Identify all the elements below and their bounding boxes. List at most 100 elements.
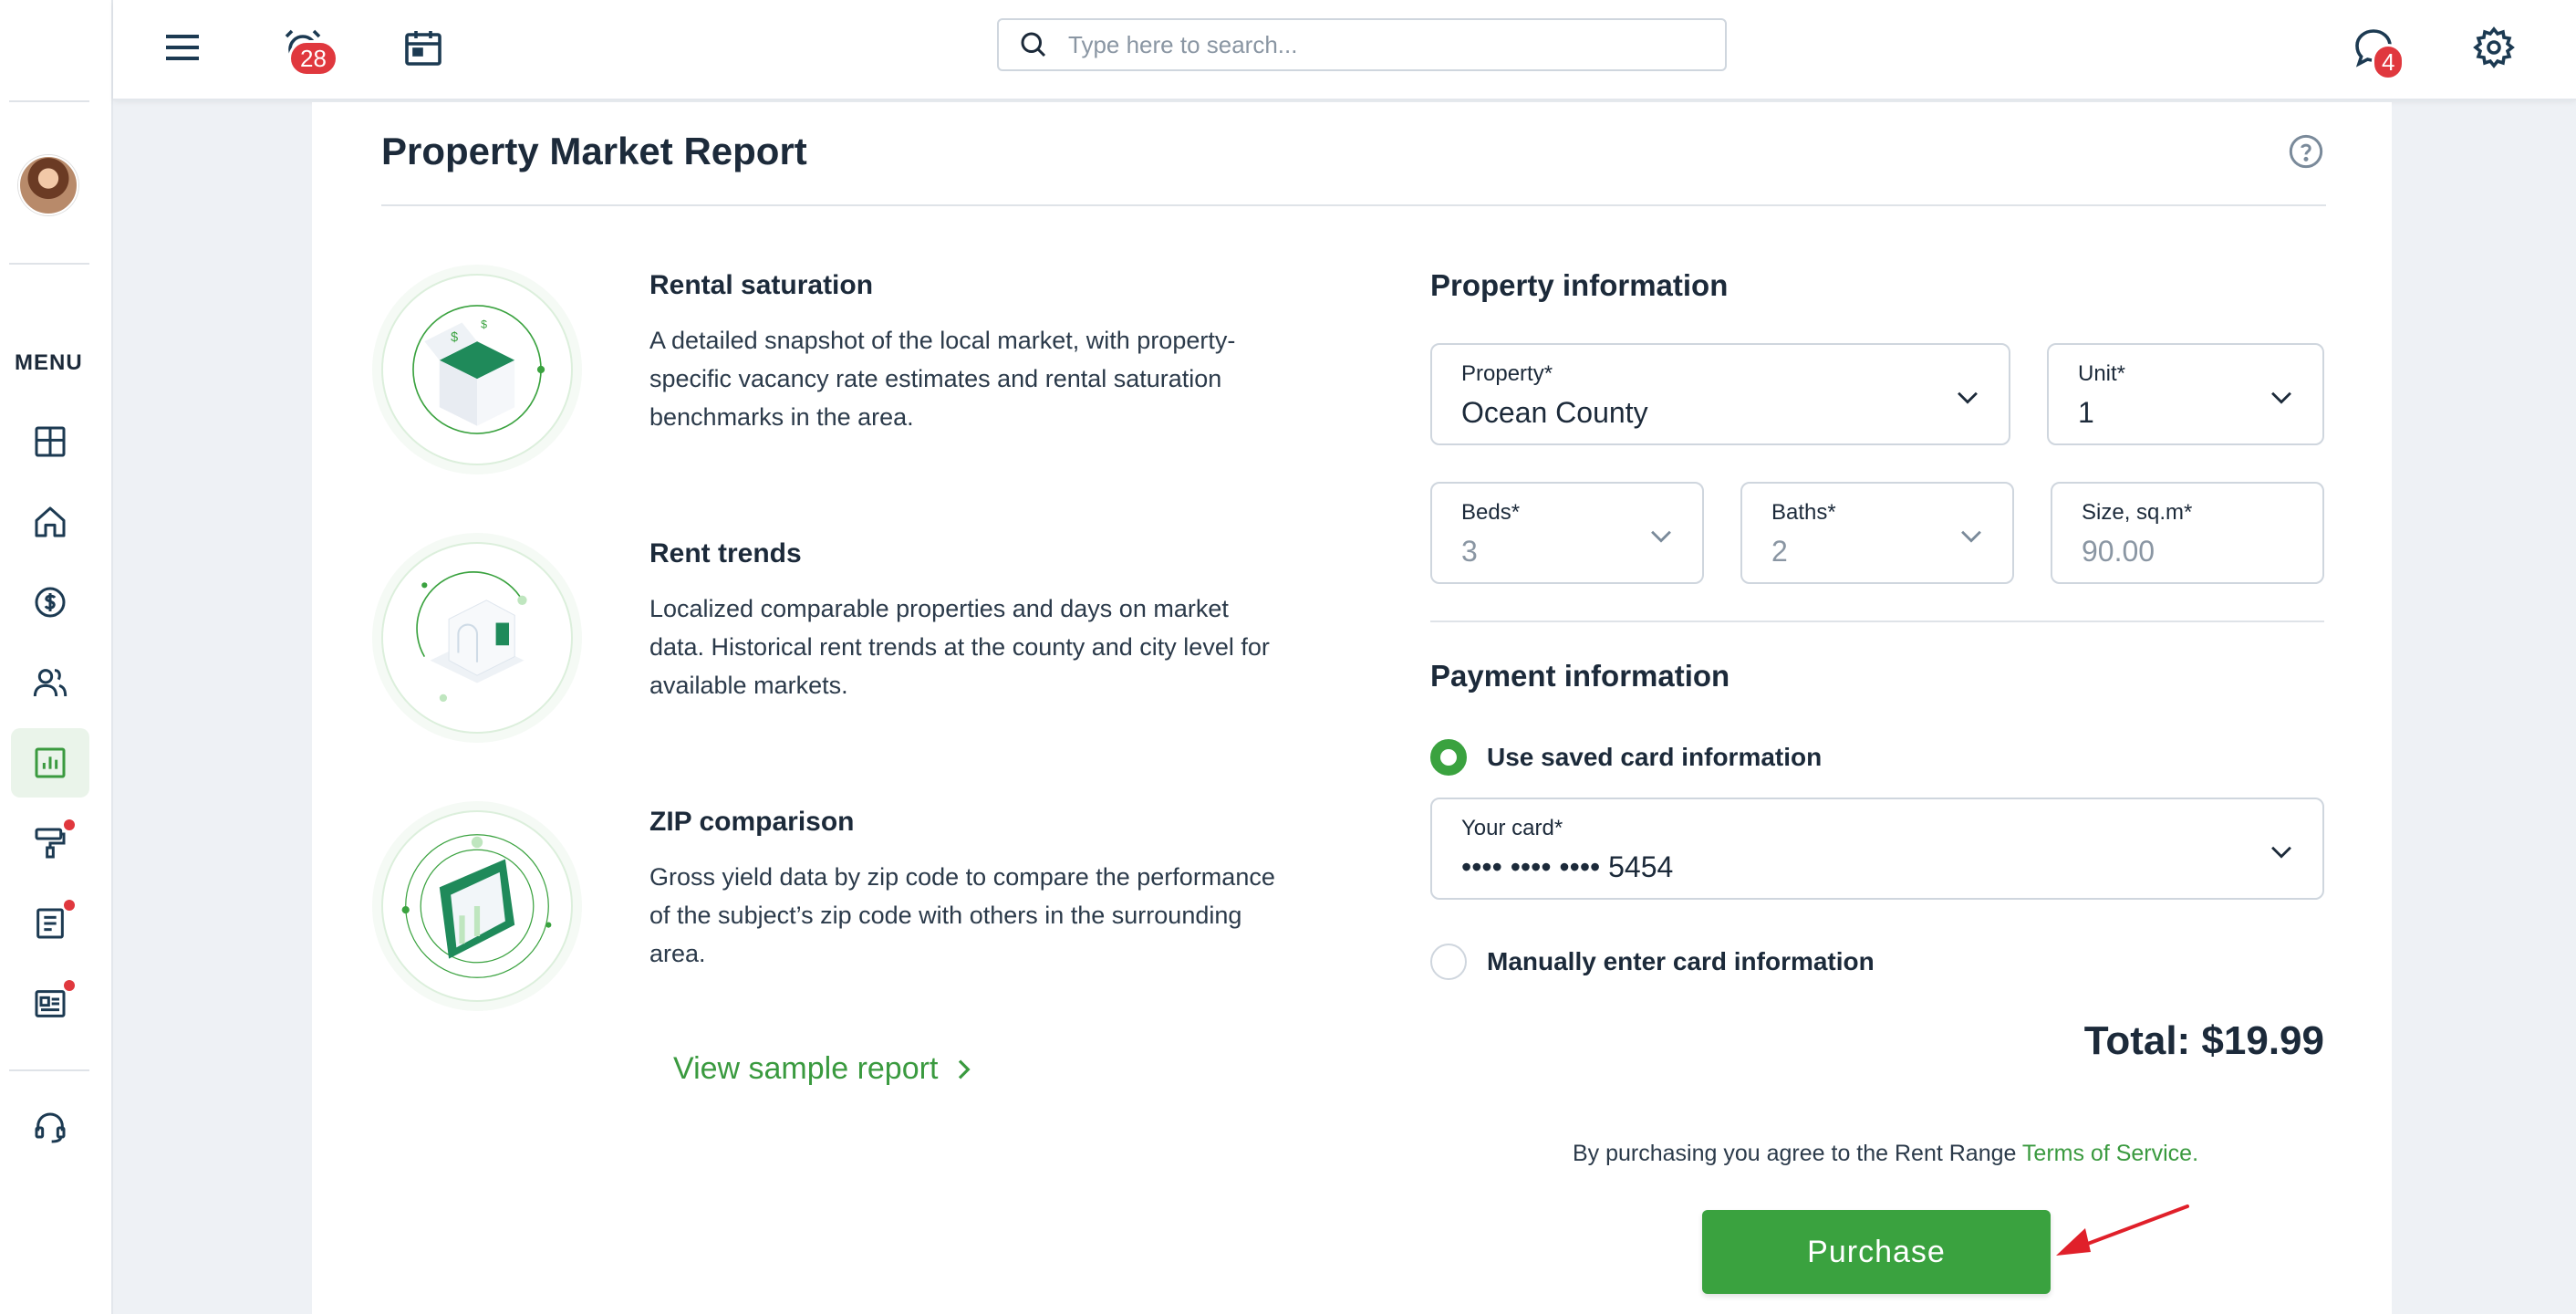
terms-of-service-link[interactable]: Terms of Service. (2022, 1141, 2198, 1166)
dollar-icon (35, 587, 66, 618)
sidebar-divider (9, 100, 89, 102)
sidebar-item-home[interactable] (11, 487, 89, 557)
headset-icon (35, 1112, 66, 1143)
sidebar-item-people[interactable] (11, 648, 89, 717)
calendar-button[interactable] (396, 20, 451, 75)
menu-label: MENU (15, 350, 83, 375)
reports-icon (35, 747, 66, 778)
use-saved-card-label: Use saved card information (1487, 743, 1823, 771)
dashboard-icon (35, 426, 66, 457)
sidebar-divider (9, 1069, 89, 1071)
chevron-down-icon (1958, 391, 1978, 404)
terms-text: By purchasing you agree to the Rent Rang… (1573, 1141, 2022, 1166)
home-icon (35, 506, 66, 537)
chevron-down-icon (2271, 846, 2291, 859)
property-value: Ocean County (1461, 396, 1648, 429)
paint-roller-icon (35, 828, 66, 859)
calendar-icon (405, 31, 441, 66)
size-value: 90.00 (2082, 535, 2155, 568)
sidebar: MENU (0, 0, 113, 1314)
notification-dot (64, 819, 75, 830)
size-field[interactable]: Size, sq.m* 90.00 (2051, 482, 2324, 584)
title-divider (381, 204, 2326, 206)
news-icon (35, 990, 66, 1017)
purchase-button[interactable]: Purchase (1702, 1210, 2051, 1294)
search-bar[interactable] (997, 18, 1727, 71)
search-icon (1021, 32, 1046, 57)
radio-unchecked[interactable] (1430, 944, 1467, 980)
baths-value: 2 (1771, 535, 1788, 568)
unit-select[interactable]: Unit* 1 (2047, 343, 2324, 445)
sidebar-item-maintenance[interactable] (11, 808, 89, 878)
gear-icon (2473, 26, 2515, 68)
property-label: Property* (1461, 361, 1553, 386)
chart-card-icon (401, 834, 552, 978)
property-select[interactable]: Property* Ocean County (1430, 343, 2010, 445)
total-price: Total: $19.99 (2083, 1018, 2324, 1063)
hamburger-icon (166, 35, 199, 60)
chevron-down-icon (2271, 391, 2291, 404)
page-title: Property Market Report (381, 130, 807, 172)
annotation-arrow-icon (2056, 1204, 2189, 1256)
hamburger-menu-button[interactable] (155, 20, 210, 75)
beds-label: Beds* (1461, 500, 1521, 525)
unit-label: Unit* (2078, 361, 2126, 386)
messages-button[interactable]: 4 (2346, 20, 2405, 80)
manual-card-label: Manually enter card information (1487, 947, 1875, 975)
report-card: Property Market Report $ $ Rental satura… (312, 102, 2392, 1314)
beds-value: 3 (1461, 535, 1478, 568)
terms-notice: By purchasing you agree to the Rent Rang… (1573, 1141, 2198, 1167)
people-icon (33, 669, 68, 697)
rental-saturation-illustration: $ $ (381, 274, 573, 465)
sidebar-item-documents[interactable] (11, 889, 89, 958)
radio-checked[interactable] (1430, 739, 1467, 776)
size-label: Size, sq.m* (2082, 500, 2193, 525)
sidebar-item-support[interactable] (11, 1093, 89, 1163)
card-select[interactable]: Your card* •••• •••• •••• 5454 (1430, 798, 2324, 900)
baths-label: Baths* (1771, 500, 1836, 525)
unit-value: 1 (2078, 396, 2094, 429)
rent-trends-illustration (381, 542, 573, 734)
feature-description: A detailed snapshot of the local market,… (649, 327, 1236, 431)
notification-dot (64, 980, 75, 991)
building-icon (416, 571, 527, 703)
section-divider (1430, 620, 2324, 622)
sample-link-label: View sample report (673, 1051, 939, 1086)
use-saved-card-option[interactable]: Use saved card information (1430, 739, 1822, 776)
beds-select[interactable]: Beds* 3 (1430, 482, 1704, 584)
feature-title: Rent trends (649, 538, 802, 568)
zip-comparison-illustration (381, 810, 573, 1002)
manual-card-option[interactable]: Manually enter card information (1430, 944, 1875, 980)
avatar[interactable] (18, 155, 78, 215)
sidebar-item-dashboard[interactable] (11, 407, 89, 476)
help-icon[interactable] (2288, 133, 2324, 170)
feature-title: Rental saturation (649, 270, 874, 300)
document-icon (36, 908, 64, 939)
payment-section-title: Payment information (1430, 659, 1730, 693)
alerts-button[interactable]: 28 (275, 20, 338, 77)
chevron-right-icon (959, 1059, 971, 1079)
settings-button[interactable] (2467, 20, 2521, 75)
topbar: 28 4 (113, 0, 2576, 100)
sidebar-item-finance[interactable] (11, 568, 89, 637)
card-label: Your card* (1461, 816, 1563, 840)
sidebar-divider (9, 263, 89, 265)
chevron-down-icon (1651, 530, 1671, 543)
search-input[interactable] (1068, 30, 1707, 59)
card-value: •••• •••• •••• 5454 (1461, 850, 1674, 883)
messages-badge: 4 (2372, 44, 2405, 80)
svg-text:$: $ (451, 330, 458, 345)
alerts-badge: 28 (288, 40, 338, 77)
sidebar-item-reports[interactable] (11, 728, 89, 798)
view-sample-report-link[interactable]: View sample report (673, 1051, 978, 1087)
notification-dot (64, 900, 75, 911)
feature-description: Gross yield data by zip code to compare … (649, 863, 1275, 967)
baths-select[interactable]: Baths* 2 (1740, 482, 2014, 584)
feature-description: Localized comparable properties and days… (649, 595, 1270, 699)
feature-title: ZIP comparison (649, 807, 855, 837)
chevron-down-icon (1961, 530, 1981, 543)
sidebar-item-news[interactable] (11, 969, 89, 1038)
house-box-icon: $ $ (412, 305, 545, 434)
svg-text:$: $ (481, 318, 487, 331)
property-section-title: Property information (1430, 268, 1729, 302)
